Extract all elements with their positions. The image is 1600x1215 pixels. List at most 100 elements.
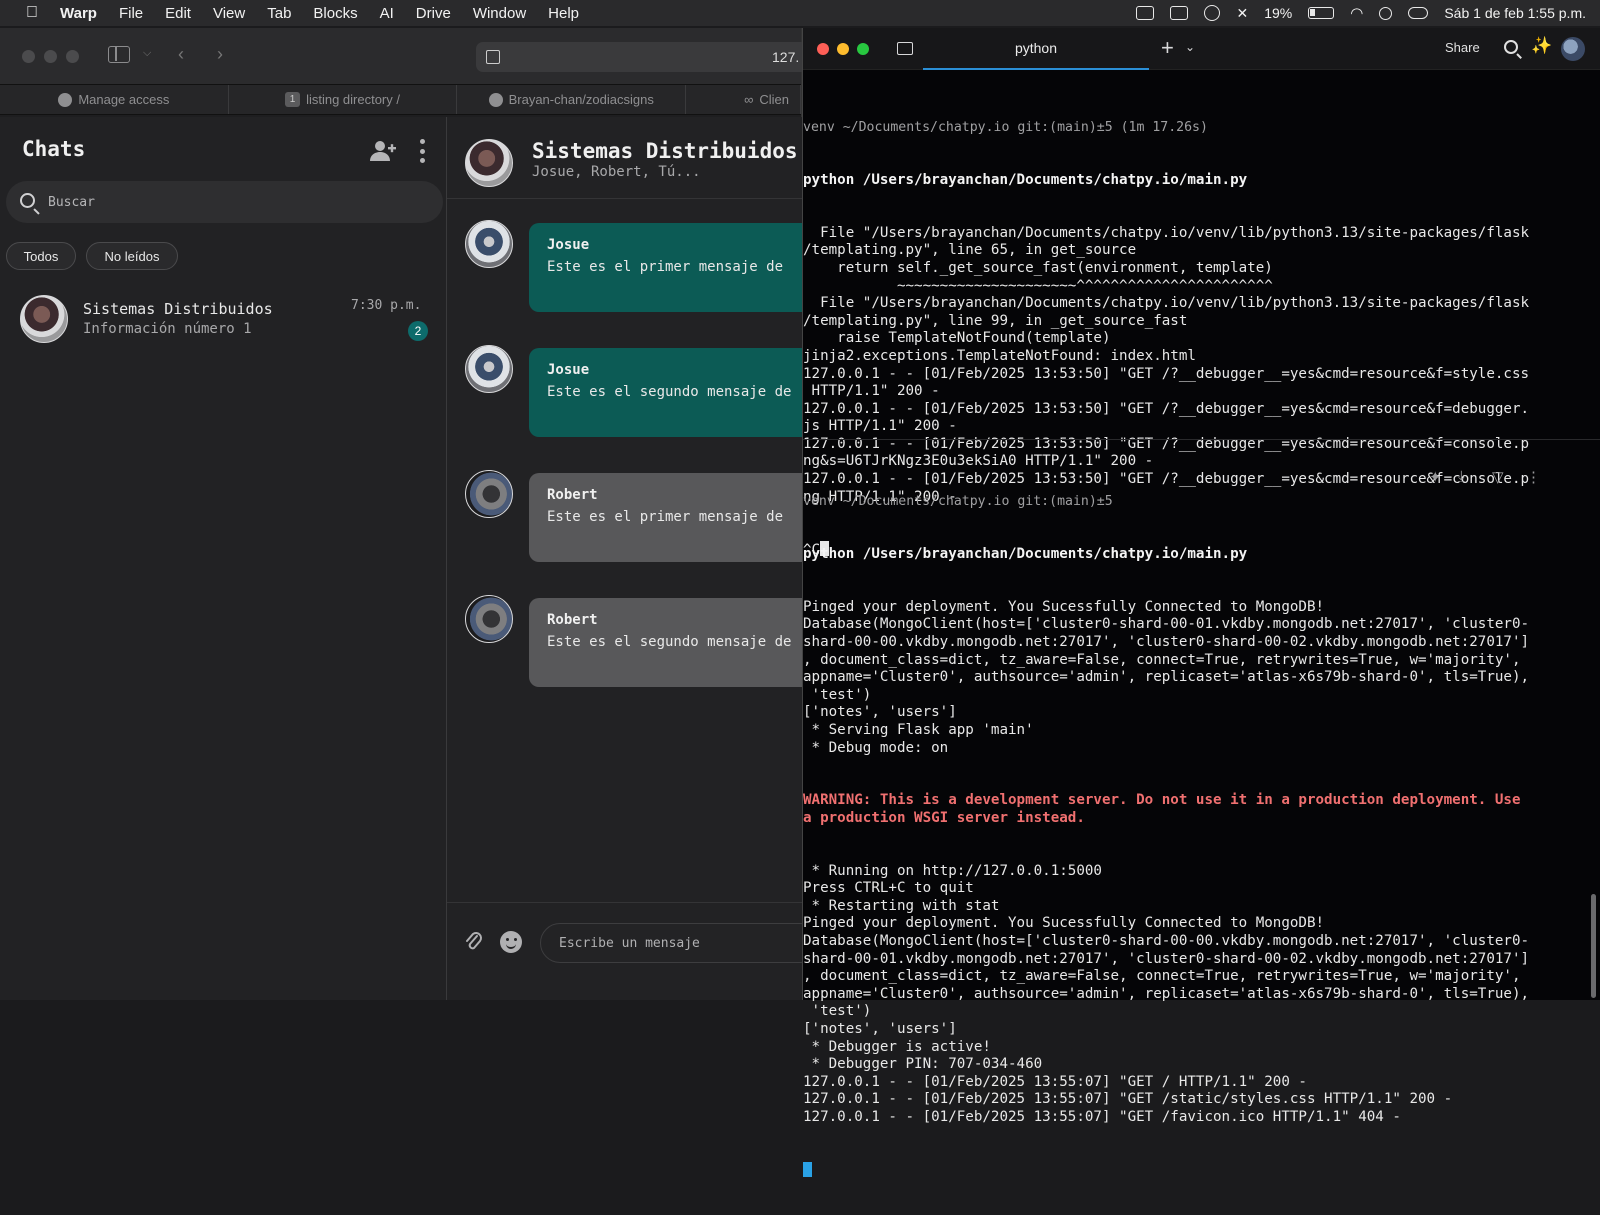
chat-members: Josue, Robert, Tú... xyxy=(532,164,701,180)
search-icon[interactable] xyxy=(1504,40,1518,54)
menu-drive[interactable]: Drive xyxy=(416,5,451,22)
minimize-window-button[interactable] xyxy=(44,50,57,63)
message-sender: Robert xyxy=(547,487,598,503)
chats-title: Chats xyxy=(22,137,86,161)
search-input[interactable] xyxy=(48,191,428,213)
conversation-item[interactable]: Sistemas Distribuidos Información número… xyxy=(0,293,447,357)
conversation-time: 7:30 p.m. xyxy=(351,298,422,313)
wifi-icon[interactable]: ◠ xyxy=(1350,4,1363,22)
apple-icon[interactable]:  xyxy=(20,4,44,22)
paperclip-icon[interactable] xyxy=(465,931,483,953)
sidebar-toggle-icon[interactable] xyxy=(108,46,130,63)
output-line: ['notes', 'users'] xyxy=(803,1021,957,1037)
screen-mirroring-icon[interactable] xyxy=(1170,6,1189,20)
chevron-down-icon[interactable]: ⌵ xyxy=(143,47,151,60)
output-line: * Running on http://127.0.0.1:5000 xyxy=(803,862,1102,879)
output-line: 127.0.0.1 - - [01/Feb/2025 13:55:07] "GE… xyxy=(803,1108,1401,1125)
avatar xyxy=(465,470,513,518)
output-line: ~~~~~~~~~~~~~~~~~~~~~^^^^^^^^^^^^^^^^^^^… xyxy=(803,277,1273,294)
browser-tab[interactable]: Brayan-chan/zodiacsigns xyxy=(457,85,687,114)
browser-tab[interactable]: ∞ Clien xyxy=(686,85,801,114)
message-text: Este es el primer mensaje de xyxy=(547,509,784,525)
minimize-window-button[interactable] xyxy=(837,43,849,55)
terminal-block-2[interactable]: venv ~/Documents/chatpy.io git:(main)±5 … xyxy=(803,458,1600,1215)
bluetooth-off-icon[interactable]: ✕ xyxy=(1236,5,1248,22)
chat-header[interactable]: Sistemas Distribuidos Josue, Robert, Tú.… xyxy=(447,117,802,199)
menu-app-name[interactable]: Warp xyxy=(60,5,97,22)
tab-label: Brayan-chan/zodiacsigns xyxy=(508,92,654,107)
command-output: Pinged your deployment. You Sucessfully … xyxy=(803,599,1600,757)
menu-ai[interactable]: AI xyxy=(380,5,394,22)
spotlight-icon[interactable] xyxy=(1379,6,1393,20)
address-bar[interactable]: 127. xyxy=(476,42,816,72)
profile-avatar[interactable] xyxy=(1561,37,1585,61)
chevron-down-icon[interactable]: ⌄ xyxy=(1185,40,1195,54)
new-tab-icon[interactable]: + xyxy=(1161,35,1174,61)
battery-icon[interactable] xyxy=(1308,7,1335,19)
menu-tab[interactable]: Tab xyxy=(267,5,291,22)
link-icon: ∞ xyxy=(744,92,754,107)
forward-icon[interactable]: › xyxy=(217,44,223,65)
search-bar[interactable] xyxy=(6,181,443,223)
prompt-context: venv ~/Documents/chatpy.io git:(main)±5 … xyxy=(803,120,1208,136)
zoom-window-button[interactable] xyxy=(857,43,869,55)
menu-window[interactable]: Window xyxy=(473,5,526,22)
conversation-preview: Información número 1 xyxy=(83,321,252,337)
menu-view[interactable]: View xyxy=(213,5,245,22)
block-divider xyxy=(803,439,1600,440)
output-line: raise TemplateNotFound(template) xyxy=(803,330,1111,347)
menu-file[interactable]: File xyxy=(119,5,143,22)
zoom-window-button[interactable] xyxy=(66,50,79,63)
output-line: 'test') xyxy=(803,686,872,703)
output-line: 127.0.0.1 - - [01/Feb/2025 13:53:50] "GE… xyxy=(803,400,1530,417)
output-line: WARNING: This is a development server. D… xyxy=(803,792,1521,809)
tab-label: listing directory / xyxy=(306,92,400,107)
message-sender: Josue xyxy=(547,237,590,253)
output-line: appname='Cluster0', authsource='admin', … xyxy=(803,669,1530,686)
command-line: python /Users/brayanchan/Documents/chatp… xyxy=(803,171,1248,188)
message-text: Este es el segundo mensaje de xyxy=(547,634,792,650)
back-icon[interactable]: ‹ xyxy=(178,44,184,65)
menu-edit[interactable]: Edit xyxy=(165,5,191,22)
share-button[interactable]: Share xyxy=(1445,40,1480,55)
message-sender: Josue xyxy=(547,362,590,378)
panes-icon[interactable] xyxy=(897,42,913,55)
filter-all-button[interactable]: Todos xyxy=(6,242,76,270)
chat-app: Chats Todos No leídos Sistemas Distribui… xyxy=(0,117,802,1000)
output-line: /templating.py", line 65, in get_source xyxy=(803,242,1137,259)
terminal-header: python + ⌄ Share ✨ xyxy=(803,28,1600,70)
add-user-icon[interactable] xyxy=(368,139,396,163)
emoji-icon[interactable] xyxy=(500,931,522,953)
github-icon xyxy=(488,92,503,107)
browser-tab[interactable]: Manage access xyxy=(0,85,229,114)
more-options-icon[interactable] xyxy=(418,139,426,163)
control-center-icon[interactable] xyxy=(1408,7,1429,19)
output-line: * Debugger is active! xyxy=(803,1038,991,1055)
output-line: HTTP/1.1" 200 - xyxy=(803,383,940,400)
number-badge-icon: 1 xyxy=(285,92,301,107)
close-window-button[interactable] xyxy=(22,50,35,63)
avatar xyxy=(465,220,513,268)
message-bubble: Josue Este es el primer mensaje de xyxy=(529,223,802,312)
close-window-button[interactable] xyxy=(817,43,829,55)
message-input[interactable] xyxy=(540,923,802,963)
output-line: Database(MongoClient(host=['cluster0-sha… xyxy=(803,933,1530,950)
user-icon[interactable] xyxy=(1204,5,1221,21)
clock[interactable]: Sáb 1 de feb 1:55 p.m. xyxy=(1444,5,1586,21)
menu-help[interactable]: Help xyxy=(548,5,579,22)
filter-unread-button[interactable]: No leídos xyxy=(86,242,178,270)
output-line: /templating.py", line 99, in _get_source… xyxy=(803,312,1188,329)
output-line: Pinged your deployment. You Sucessfully … xyxy=(803,915,1325,932)
output-line: shard-00-00.vkdby.mongodb.net:27017', 'c… xyxy=(803,633,1530,650)
camera-icon[interactable] xyxy=(1136,6,1155,20)
output-line: File "/Users/brayanchan/Documents/chatpy… xyxy=(803,224,1530,241)
tab-python[interactable]: python xyxy=(923,28,1149,70)
output-line: 127.0.0.1 - - [01/Feb/2025 13:55:07] "GE… xyxy=(803,1091,1453,1108)
message-bubble: Josue Este es el segundo mensaje de xyxy=(529,348,802,437)
scrollbar[interactable] xyxy=(1591,894,1596,998)
ai-sparkle-icon[interactable]: ✨ xyxy=(1531,36,1552,56)
browser-tab[interactable]: 1 listing directory / xyxy=(229,85,458,114)
menu-blocks[interactable]: Blocks xyxy=(313,5,357,22)
message-sender: Robert xyxy=(547,612,598,628)
output-line: , document_class=dict, tz_aware=False, c… xyxy=(803,651,1521,668)
